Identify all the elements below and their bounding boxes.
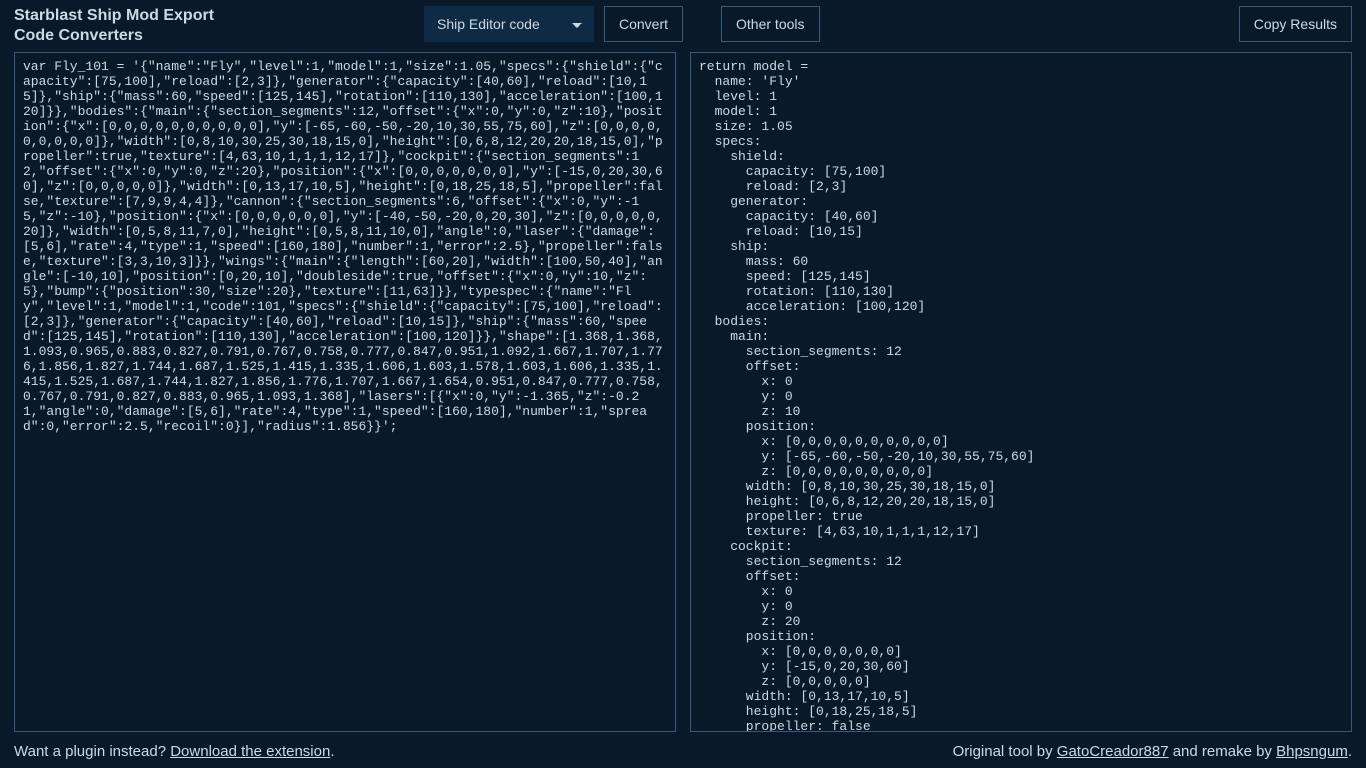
author1-link[interactable]: GatoCreador887 [1057, 743, 1169, 760]
header-bar: Starblast Ship Mod Export Code Converter… [0, 0, 1366, 52]
input-pane: var Fly_101 = '{"name":"Fly","level":1,"… [14, 52, 676, 732]
output-textarea[interactable]: return model = name: 'Fly' level: 1 mode… [691, 53, 1351, 731]
footer-bar: Want a plugin instead? Download the exte… [0, 732, 1366, 764]
title-line-1: Starblast Ship Mod Export [14, 6, 414, 26]
other-tools-button[interactable]: Other tools [721, 6, 819, 42]
convert-button[interactable]: Convert [604, 6, 683, 42]
download-extension-link[interactable]: Download the extension [170, 743, 330, 760]
editor-panes: var Fly_101 = '{"name":"Fly","level":1,"… [0, 52, 1366, 732]
output-pane: return model = name: 'Fly' level: 1 mode… [690, 52, 1352, 732]
page-title: Starblast Ship Mod Export Code Converter… [14, 6, 414, 46]
left-controls: Ship Editor code Convert Other tools [424, 6, 820, 42]
author2-link[interactable]: Bhpsngum [1276, 743, 1348, 760]
right-controls: Copy Results [1239, 6, 1352, 42]
codetype-select[interactable]: Ship Editor code [424, 6, 594, 42]
title-line-2: Code Converters [14, 26, 414, 46]
input-textarea[interactable]: var Fly_101 = '{"name":"Fly","level":1,"… [15, 53, 675, 731]
plugin-prompt: Want a plugin instead? Download the exte… [14, 743, 335, 760]
credits: Original tool by GatoCreador887 and rema… [953, 743, 1352, 760]
copy-results-button[interactable]: Copy Results [1239, 6, 1352, 42]
